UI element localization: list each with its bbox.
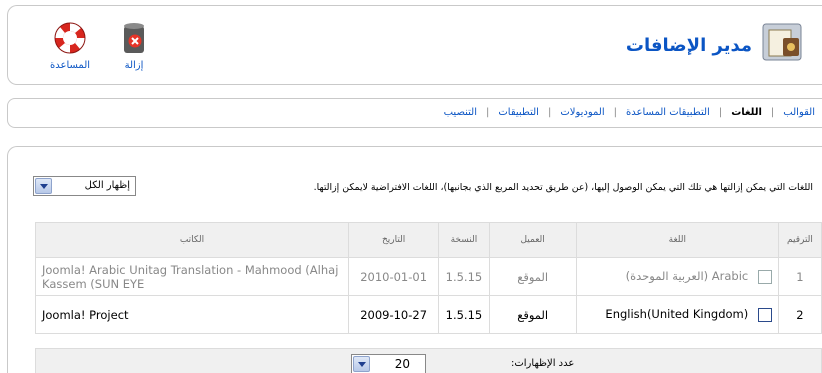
row-number: 1 (777, 257, 822, 296)
chevron-down-icon[interactable] (353, 356, 370, 372)
author-cell: Joomla! Arabic Unitag Translation - Mahm… (35, 257, 349, 296)
column-header-author[interactable]: الكاتب (35, 222, 349, 258)
submenu-separator: | (547, 107, 552, 118)
limit-select-value: 20 (394, 357, 410, 371)
help-lifebuoy-icon (54, 22, 86, 54)
language-name: (English(United Kingdom (605, 307, 749, 322)
limit-select[interactable]: 20 (351, 354, 426, 373)
submenu-separator: | (718, 107, 723, 118)
submenu-item-templates[interactable]: القوالب (783, 107, 815, 118)
uninstall-button[interactable]: إزالة (104, 20, 164, 80)
client-cell: الموقع (488, 257, 577, 296)
column-header-date[interactable]: التاريخ (347, 222, 440, 258)
page-title: مدير الإضافات (625, 35, 752, 56)
row-checkbox (757, 269, 772, 284)
submenu-separator: | (770, 107, 775, 118)
filter-select-value: إظهار الكل (84, 180, 130, 191)
language-name: Arabic (العربية الموحدة) (625, 269, 749, 284)
table-row: 1 Arabic (العربية الموحدة) الموقع 1.5.15… (35, 257, 822, 296)
help-button[interactable]: المساعدة (40, 20, 100, 80)
help-button-label: المساعدة (49, 60, 91, 71)
table-row: 2 (English(United Kingdom الموقع 1.5.15 … (35, 295, 822, 334)
column-header-version[interactable]: النسخة (438, 222, 490, 258)
submenu-separator: | (485, 107, 490, 118)
uninstall-notice: اللغات التي يمكن إزالتها هي تلك التي يمك… (313, 182, 813, 193)
date-cell: 2009-10-27 (347, 295, 440, 334)
column-header-num[interactable]: الترقيم (777, 222, 822, 258)
limit-label: عدد الإظهارات: (511, 358, 575, 369)
language-cell: (English(United Kingdom (575, 295, 779, 334)
submenu-item-install[interactable]: التنصيب (444, 107, 477, 118)
uninstall-button-label: إزالة (124, 60, 144, 71)
submenu-item-plugins[interactable]: التطبيقات المساعدة (626, 107, 710, 118)
client-cell: الموقع (488, 295, 577, 334)
extension-manager-icon (762, 23, 802, 61)
language-cell: Arabic (العربية الموحدة) (575, 257, 779, 296)
trash-delete-icon (124, 23, 144, 53)
chevron-down-icon[interactable] (35, 178, 52, 194)
version-cell: 1.5.15 (438, 257, 490, 296)
submenu-item-languages[interactable]: اللغات (731, 107, 762, 118)
languages-table: الترقيم اللغة العميل النسخة التاريخ الكا… (35, 222, 822, 334)
filter-select[interactable]: إظهار الكل (33, 176, 136, 196)
submenu-item-components[interactable]: التطبيقات (498, 107, 539, 118)
version-cell: 1.5.15 (438, 295, 490, 334)
column-header-language[interactable]: اللغة (575, 222, 779, 258)
submenu-bar: التنصيب | التطبيقات | الموديولات | التطب… (7, 98, 822, 128)
pagination-bar: 20 عدد الإظهارات: (35, 348, 822, 373)
column-header-client[interactable]: العميل (488, 222, 577, 258)
submenu-item-modules[interactable]: الموديولات (560, 107, 604, 118)
row-number: 2 (777, 295, 822, 334)
header-panel: المساعدة إزالة مدير الإضافات (7, 5, 822, 85)
row-checkbox[interactable] (757, 307, 772, 322)
date-cell: 2010-01-01 (347, 257, 440, 296)
submenu-separator: | (613, 107, 618, 118)
author-cell: Joomla! Project (35, 295, 349, 334)
